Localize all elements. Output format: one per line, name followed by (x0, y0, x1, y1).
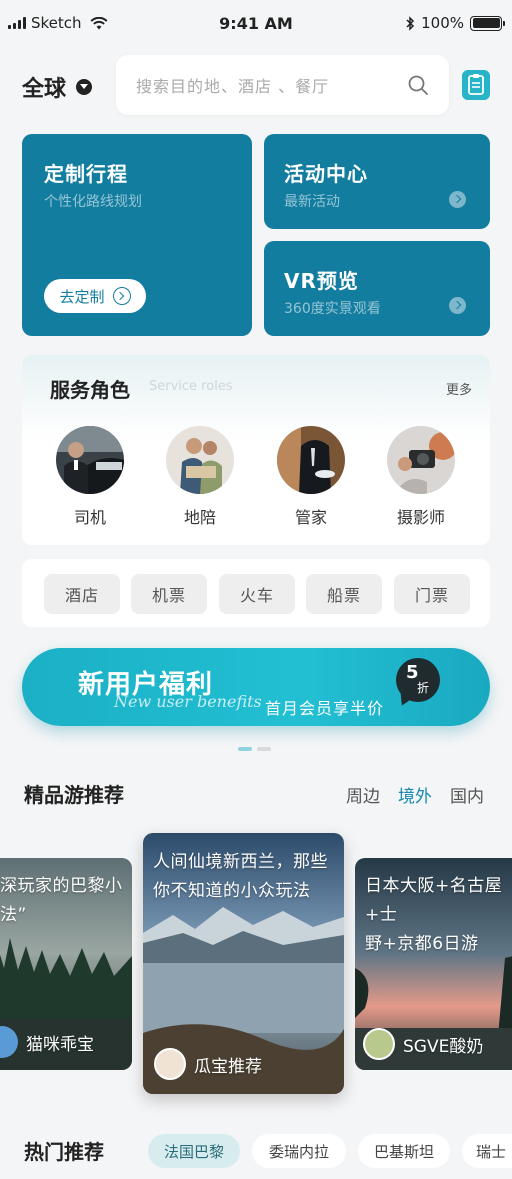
battery-percent: 100% (421, 14, 464, 32)
clipboard-icon[interactable] (462, 70, 490, 100)
post-card-new-zealand[interactable]: 人间仙境新西兰，那些 你不知道的小众玩法 瓜宝推荐 (143, 833, 344, 1094)
role-photographer[interactable]: 摄影师 (386, 426, 456, 528)
card-subtitle: 最新活动 (284, 194, 340, 210)
more-link[interactable]: 更多 (446, 379, 472, 398)
hot-chip-pakistan[interactable]: 巴基斯坦 (358, 1134, 450, 1168)
search-box[interactable]: 搜索目的地、酒店 、餐厅 (116, 55, 449, 115)
hot-chip-paris[interactable]: 法国巴黎 (148, 1134, 240, 1168)
hot-chip-venezuela[interactable]: 委瑞内拉 (252, 1134, 346, 1168)
post-card-paris[interactable]: 深玩家的巴黎小 法” 猫咪乖宝 (0, 858, 132, 1070)
new-user-banner[interactable]: 新用户福利 New user benefits 首月会员享半价 5 折 (22, 648, 490, 726)
hot-title: 热门推荐 (24, 1140, 104, 1164)
banner-offer: 首月会员享半价 (265, 699, 385, 718)
role-label: 管家 (294, 508, 327, 527)
role-label: 司机 (73, 508, 106, 527)
discount-badge: 5 折 (396, 658, 440, 702)
bluetooth-icon (406, 15, 415, 31)
category-bar: 酒店 机票 火车 船票 门票 (22, 559, 490, 627)
hot-chip-switzerland[interactable]: 瑞士 (462, 1134, 512, 1168)
author-name: 瓜宝推荐 (194, 1056, 262, 1077)
card-title: VR预览 (284, 269, 359, 293)
post-author[interactable]: 猫咪乖宝 (0, 1026, 94, 1058)
category-flight[interactable]: 机票 (131, 574, 207, 614)
carousel-indicator (238, 747, 271, 751)
search-input[interactable]: 搜索目的地、酒店 、餐厅 (136, 73, 407, 97)
battery-icon (470, 15, 505, 31)
search-icon[interactable] (407, 74, 429, 96)
author-name: SGVE酸奶 (403, 1036, 484, 1057)
role-label: 摄影师 (396, 508, 445, 527)
driver-avatar (56, 426, 124, 494)
category-ship[interactable]: 船票 (306, 574, 382, 614)
vr-preview-card[interactable]: VR预览 360度实景观看 (264, 241, 490, 336)
service-roles-panel: 服务角色 Service roles 更多 司机 地陪 管家 摄影师 (22, 355, 490, 545)
arrow-circle-icon (112, 287, 131, 305)
author-avatar (0, 1026, 18, 1058)
tab-nearby[interactable]: 周边 (346, 782, 380, 807)
category-train[interactable]: 火车 (219, 574, 295, 614)
chevron-down-icon (76, 79, 93, 95)
customize-button-label: 去定制 (59, 287, 105, 306)
category-ticket[interactable]: 门票 (394, 574, 470, 614)
tab-abroad[interactable]: 境外 (398, 782, 432, 807)
author-avatar (154, 1048, 186, 1080)
tab-domestic[interactable]: 国内 (450, 782, 484, 807)
card-title: 活动中心 (284, 162, 368, 186)
card-subtitle: 个性化路线规划 (44, 194, 142, 210)
butler-avatar (277, 426, 345, 494)
post-caption: 深玩家的巴黎小 法” (0, 876, 123, 925)
card-subtitle: 360度实景观看 (284, 301, 381, 317)
post-author[interactable]: SGVE酸奶 (363, 1028, 483, 1060)
recommend-title: 精品游推荐 (24, 783, 124, 807)
role-driver[interactable]: 司机 (55, 426, 125, 528)
chevron-right-icon (449, 297, 466, 314)
banner-script: New user benefits (114, 692, 262, 711)
activity-center-card[interactable]: 活动中心 最新活动 (264, 134, 490, 229)
category-hotel[interactable]: 酒店 (44, 574, 120, 614)
section-subtitle: Service roles (149, 379, 233, 394)
post-caption: 日本大阪+名古屋+士 野+京都6日游 (365, 876, 503, 954)
local-guide-avatar (166, 426, 234, 494)
role-butler[interactable]: 管家 (276, 426, 346, 528)
customize-button[interactable]: 去定制 (44, 279, 146, 313)
section-title: 服务角色 (50, 378, 130, 402)
recommend-tabs: 周边 境外 国内 (346, 782, 484, 807)
status-bar: Sketch 9:41 AM 100% (0, 0, 512, 48)
role-label: 地陪 (183, 508, 216, 527)
battery-group: 100% (405, 14, 505, 32)
custom-trip-card[interactable]: 定制行程 个性化路线规划 去定制 (22, 134, 252, 336)
author-name: 猫咪乖宝 (26, 1034, 94, 1055)
post-caption: 人间仙境新西兰，那些 你不知道的小众玩法 (153, 852, 328, 901)
post-author[interactable]: 瓜宝推荐 (154, 1048, 262, 1080)
chevron-right-icon (449, 191, 466, 208)
photographer-avatar (387, 426, 455, 494)
post-card-japan[interactable]: 日本大阪+名古屋+士 野+京都6日游 SGVE酸奶 (355, 858, 512, 1070)
discount-unit: 折 (417, 681, 430, 695)
region-label: 全球 (22, 77, 67, 102)
card-title: 定制行程 (44, 162, 128, 186)
author-avatar (363, 1028, 395, 1060)
header: 全球 搜索目的地、酒店 、餐厅 (0, 54, 512, 116)
role-local-guide[interactable]: 地陪 (165, 426, 235, 528)
region-selector[interactable]: 全球 (22, 71, 93, 103)
